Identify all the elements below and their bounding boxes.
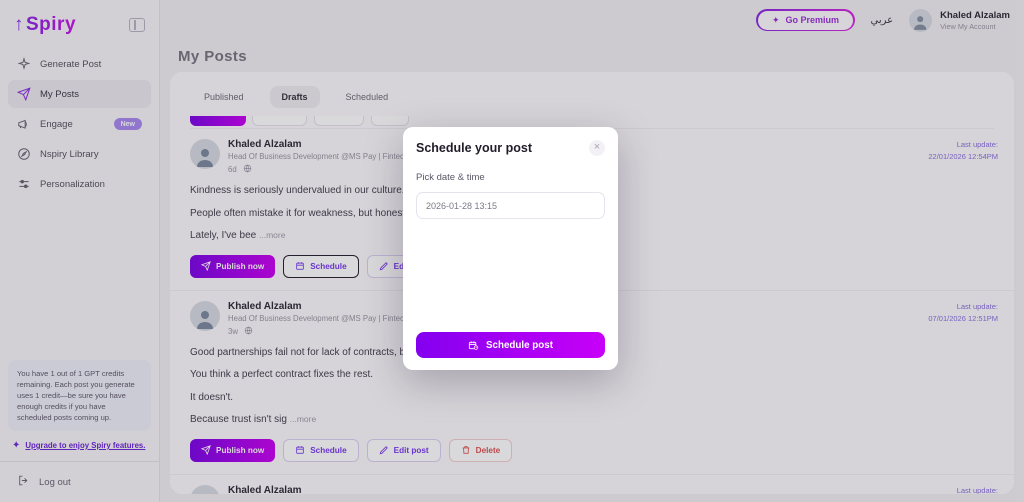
close-icon[interactable]: × xyxy=(589,140,605,156)
datetime-input[interactable] xyxy=(416,192,605,219)
modal-title: Schedule your post xyxy=(416,141,532,155)
datetime-label: Pick date & time xyxy=(416,172,605,183)
schedule-post-button[interactable]: Schedule post xyxy=(416,332,605,358)
schedule-modal: Schedule your post × Pick date & time Sc… xyxy=(403,127,618,370)
